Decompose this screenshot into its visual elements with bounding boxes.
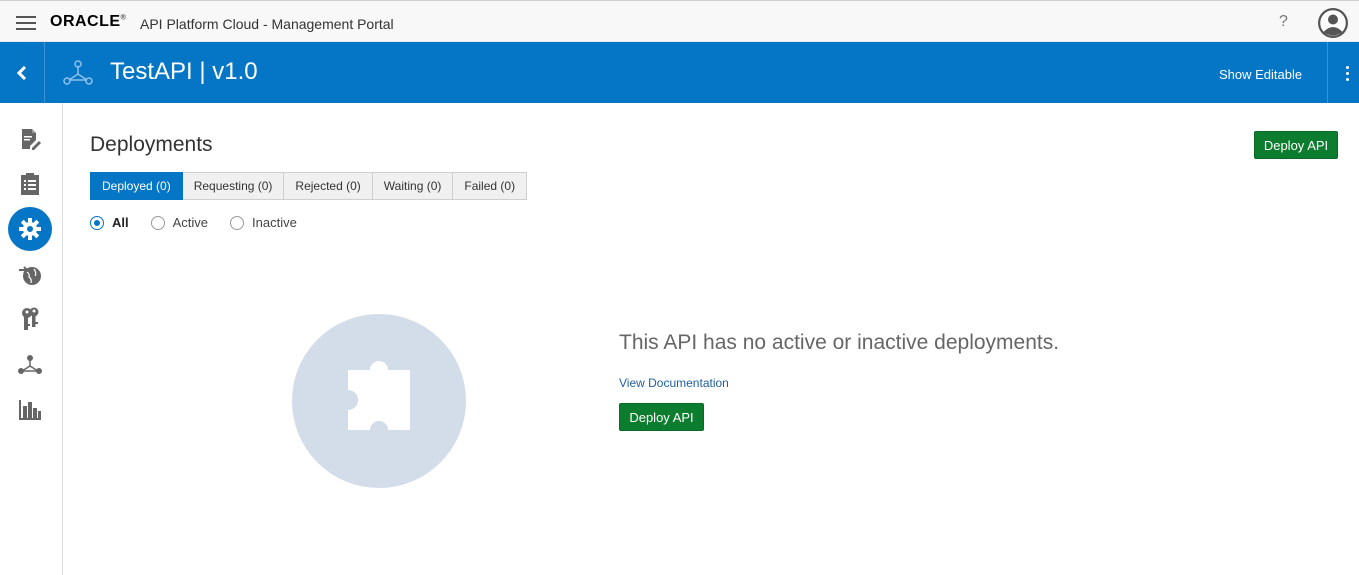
tab-failed[interactable]: Failed (0)	[453, 172, 528, 200]
hamburger-menu-icon[interactable]	[16, 16, 36, 30]
radio-unselected-icon	[150, 215, 165, 230]
deploy-api-button[interactable]: Deploy API	[1254, 131, 1338, 159]
api-header: TestAPI | v1.0 Show Editable	[0, 42, 1359, 103]
empty-state-message: This API has no active or inactive deplo…	[619, 331, 1060, 354]
more-options-icon[interactable]	[1327, 42, 1359, 103]
user-avatar-icon[interactable]	[1318, 8, 1348, 38]
sidebar-item-publication[interactable]	[8, 253, 52, 297]
filter-inactive-radio[interactable]: Inactive	[230, 215, 297, 230]
help-icon[interactable]: ?	[1279, 13, 1288, 31]
portal-title: API Platform Cloud - Management Portal	[140, 16, 394, 32]
show-editable-link[interactable]: Show Editable	[1219, 67, 1302, 82]
left-sidebar	[0, 103, 63, 575]
deployment-tabs: Deployed (0) Requesting (0) Rejected (0)…	[90, 172, 528, 200]
api-nodes-icon	[18, 355, 42, 374]
filter-active-radio[interactable]: Active	[150, 215, 209, 230]
sidebar-item-deployments[interactable]	[8, 207, 52, 251]
tab-rejected[interactable]: Rejected (0)	[284, 172, 373, 200]
sidebar-item-api-request[interactable]	[8, 162, 52, 206]
back-button[interactable]	[0, 42, 45, 103]
filter-active-label: Active	[172, 215, 209, 230]
api-nodes-icon	[63, 60, 93, 93]
sidebar-item-api-implementation[interactable]	[8, 117, 52, 161]
brand-name: ORACLE	[50, 13, 121, 30]
top-bar: ORACLE® API Platform Cloud - Management …	[0, 0, 1359, 42]
bar-chart-icon	[19, 400, 41, 420]
tab-waiting[interactable]: Waiting (0)	[372, 172, 454, 200]
sidebar-item-grants[interactable]	[8, 297, 52, 341]
radio-unselected-icon	[230, 215, 245, 230]
checklist-icon	[21, 173, 39, 195]
globe-arrow-icon	[19, 266, 41, 285]
radio-selected-icon	[90, 215, 104, 230]
view-documentation-link[interactable]: View Documentation	[619, 376, 729, 390]
filter-inactive-label: Inactive	[252, 215, 297, 230]
status-filter: All Active Inactive	[90, 215, 319, 230]
empty-state-illustration	[292, 314, 466, 488]
keys-icon	[22, 307, 39, 330]
sidebar-item-api-nodes[interactable]	[8, 343, 52, 387]
oracle-logo: ORACLE®	[50, 13, 126, 31]
deploy-api-button-empty-state[interactable]: Deploy API	[619, 403, 704, 431]
filter-all-label: All	[112, 215, 129, 230]
sidebar-item-analytics[interactable]	[8, 388, 52, 432]
chevron-left-icon	[16, 66, 27, 80]
document-edit-icon	[22, 129, 41, 150]
brand-mark: ®	[120, 14, 127, 22]
api-title: TestAPI | v1.0	[110, 58, 258, 85]
puzzle-piece-icon	[348, 361, 410, 430]
tab-requesting[interactable]: Requesting (0)	[182, 172, 285, 200]
gear-icon	[19, 218, 41, 240]
filter-all-radio[interactable]: All	[90, 215, 129, 230]
tab-deployed[interactable]: Deployed (0)	[90, 172, 183, 200]
page-title: Deployments	[90, 133, 213, 156]
